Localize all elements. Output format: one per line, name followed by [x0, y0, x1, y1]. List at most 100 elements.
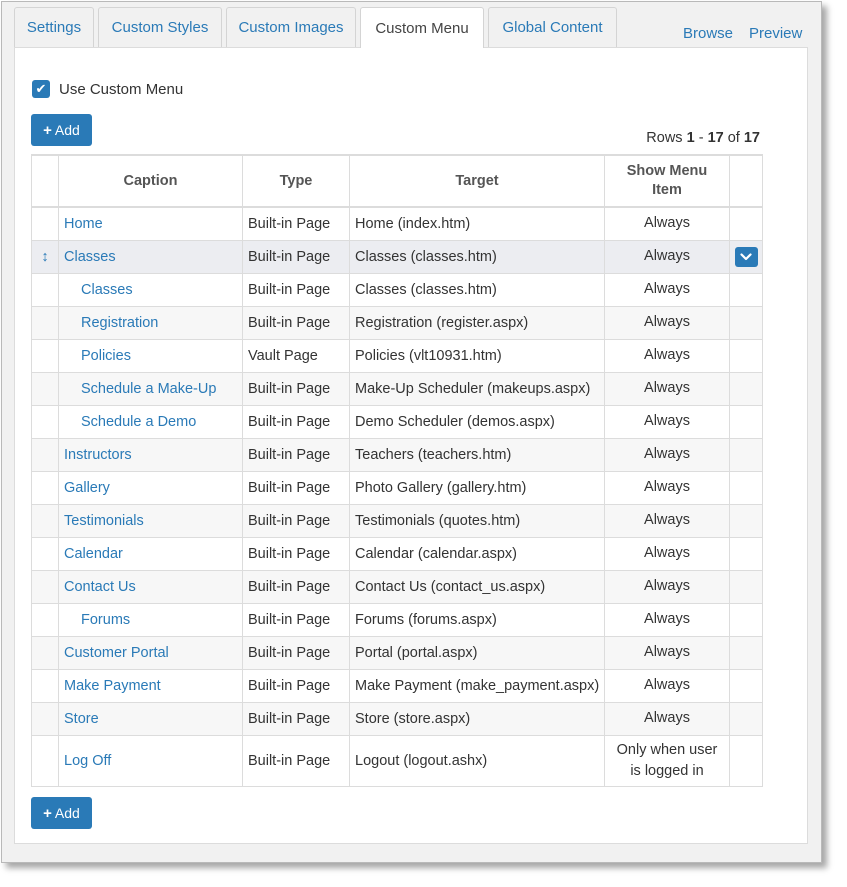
type-cell: Built-in Page	[242, 602, 350, 637]
table-row[interactable]: Registration Built-in Page Registration (r…	[31, 305, 763, 340]
caption-link[interactable]: Log Off	[64, 753, 111, 769]
type-cell: Built-in Page	[242, 569, 350, 604]
caption-cell: Instructors	[58, 437, 243, 472]
table-row[interactable]: Schedule a Make-Up Built-in Page Make-Up S…	[31, 371, 763, 406]
table-row[interactable]: Calendar Built-in Page Calendar (calendar.…	[31, 536, 763, 571]
caption-cell: Store	[58, 701, 243, 736]
show-menu-item-cell: Always	[604, 536, 730, 571]
check-icon: ✔	[35, 81, 47, 96]
target-cell: Testimonials (quotes.htm)	[349, 503, 605, 538]
target-cell: Make-Up Scheduler (makeups.aspx)	[349, 371, 605, 406]
drag-handle-cell	[31, 404, 59, 439]
preview-link[interactable]: Preview	[749, 25, 802, 42]
caption-cell: Registration	[58, 305, 243, 340]
use-custom-menu-row: ✔ Use Custom Menu	[32, 80, 183, 98]
table-row[interactable]: Instructors Built-in Page Teachers (teache…	[31, 437, 763, 472]
type-cell: Built-in Page	[242, 701, 350, 736]
rows-info-prefix: Rows	[646, 130, 683, 146]
target-cell: Make Payment (make_payment.aspx)	[349, 668, 605, 703]
row-menu-button[interactable]	[734, 246, 758, 267]
type-cell: Vault Page	[242, 338, 350, 373]
drag-handle-cell	[31, 371, 59, 406]
show-menu-item-cell: Always	[604, 437, 730, 472]
type-cell: Built-in Page	[242, 272, 350, 307]
table-row[interactable]: Policies Vault Page Policies (vlt10931.htm…	[31, 338, 763, 373]
browse-link[interactable]: Browse	[683, 25, 733, 42]
table-row[interactable]: ↕ Classes Built-in Page Classes (classes.ht…	[31, 239, 763, 274]
drag-handle-cell	[31, 338, 59, 373]
caption-link[interactable]: Make Payment	[64, 678, 161, 694]
target-cell: Logout (logout.ashx)	[349, 734, 605, 787]
table-row[interactable]: Classes Built-in Page Classes (classes.htm…	[31, 272, 763, 307]
target-cell: Registration (register.aspx)	[349, 305, 605, 340]
caption-link[interactable]: Registration	[81, 315, 158, 331]
rows-info-of: of	[727, 130, 740, 146]
row-actions-cell	[729, 206, 763, 241]
table-row[interactable]: Make Payment Built-in Page Make Payment (m…	[31, 668, 763, 703]
tab-custom-styles[interactable]: Custom Styles	[98, 7, 222, 47]
caption-link[interactable]: Schedule a Make-Up	[81, 381, 216, 397]
table-row[interactable]: Testimonials Built-in Page Testimonials (q…	[31, 503, 763, 538]
caption-link[interactable]: Customer Portal	[64, 645, 169, 661]
caption-link[interactable]: Gallery	[64, 480, 110, 496]
use-custom-menu-label: Use Custom Menu	[59, 80, 184, 98]
caption-link[interactable]: Classes	[64, 249, 116, 265]
caption-link[interactable]: Home	[64, 216, 103, 232]
window-frame: Settings Custom Styles Custom Images Cus…	[1, 1, 822, 863]
tab-bar: Settings Custom Styles Custom Images Cus…	[14, 7, 807, 48]
row-actions-cell	[729, 272, 763, 307]
table-row[interactable]: Contact Us Built-in Page Contact Us (conta…	[31, 569, 763, 604]
rows-info-total: 17	[743, 130, 760, 146]
caption-link[interactable]: Testimonials	[64, 513, 144, 529]
row-actions-cell	[729, 734, 763, 787]
table-row[interactable]: Gallery Built-in Page Photo Gallery (galle…	[31, 470, 763, 505]
drag-handle-cell	[31, 668, 59, 703]
table-row[interactable]: Store Built-in Page Store (store.aspx) Alwa…	[31, 701, 763, 736]
add-button-top[interactable]: + Add	[31, 114, 92, 146]
rows-info-from: 1	[686, 130, 695, 146]
tab-settings[interactable]: Settings	[14, 7, 94, 47]
show-menu-item-cell: Always	[604, 305, 730, 340]
caption-link[interactable]: Contact Us	[64, 579, 136, 595]
row-actions-cell	[729, 503, 763, 538]
table-row[interactable]: Schedule a Demo Built-in Page Demo Schedul…	[31, 404, 763, 439]
row-actions-cell	[729, 569, 763, 604]
show-menu-item-cell: Always	[604, 503, 730, 538]
row-actions-cell	[729, 338, 763, 373]
caption-link[interactable]: Store	[64, 711, 99, 727]
type-cell: Built-in Page	[242, 503, 350, 538]
row-actions-cell	[729, 602, 763, 637]
add-button-bottom[interactable]: + Add	[31, 797, 92, 829]
target-cell: Photo Gallery (gallery.htm)	[349, 470, 605, 505]
target-cell: Portal (portal.aspx)	[349, 635, 605, 670]
caption-link[interactable]: Forums	[81, 612, 130, 628]
tab-global-content[interactable]: Global Content	[488, 7, 617, 47]
row-actions-cell	[729, 701, 763, 736]
drag-handle-icon[interactable]: ↕	[41, 249, 48, 265]
row-actions-cell	[729, 371, 763, 406]
drag-handle-cell[interactable]: ↕	[31, 239, 59, 274]
caption-link[interactable]: Classes	[81, 282, 133, 298]
row-actions-cell	[729, 437, 763, 472]
type-cell: Built-in Page	[242, 437, 350, 472]
type-cell: Built-in Page	[242, 206, 350, 241]
custom-menu-panel: ✔ Use Custom Menu + Add Rows 1 - 17 of 1…	[14, 47, 808, 844]
tab-custom-images[interactable]: Custom Images	[226, 7, 356, 47]
menu-table: Caption Type Target Show Menu Item Home B…	[31, 154, 763, 787]
caption-link[interactable]: Policies	[81, 348, 131, 364]
caption-link[interactable]: Calendar	[64, 546, 123, 562]
caption-link[interactable]: Instructors	[64, 447, 132, 463]
tab-custom-menu[interactable]: Custom Menu	[360, 7, 484, 48]
table-row[interactable]: Home Built-in Page Home (index.htm) Always	[31, 206, 763, 241]
table-row[interactable]: Log Off Built-in Page Logout (logout.ashx)…	[31, 734, 763, 787]
caption-cell: Home	[58, 206, 243, 241]
show-menu-item-cell: Always	[604, 404, 730, 439]
row-actions-cell	[729, 635, 763, 670]
table-row[interactable]: Customer Portal Built-in Page Portal (port…	[31, 635, 763, 670]
chevron-down-icon	[740, 252, 752, 260]
table-row[interactable]: Forums Built-in Page Forums (forums.aspx) A…	[31, 602, 763, 637]
caption-link[interactable]: Schedule a Demo	[81, 414, 196, 430]
use-custom-menu-checkbox[interactable]: ✔	[32, 80, 50, 98]
target-cell: Forums (forums.aspx)	[349, 602, 605, 637]
caption-cell: Gallery	[58, 470, 243, 505]
